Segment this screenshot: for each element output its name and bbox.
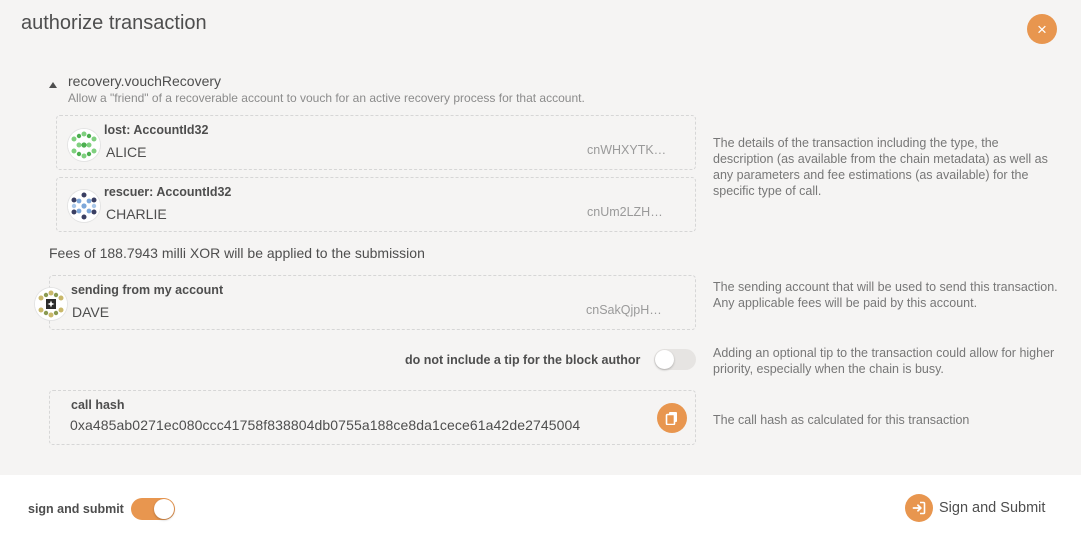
call-hash-label: call hash [71,398,125,412]
sender-label: sending from my account [71,283,224,297]
close-icon: × [1037,19,1047,39]
sender-value: DAVE [72,304,110,320]
sign-in-icon [905,494,933,522]
fees-text: Fees of 188.7943 milli XOR will be appli… [49,245,425,261]
sender-help-text: The sending account that will be used to… [713,280,1058,310]
tip-toggle-label: do not include a tip for the block autho… [405,353,641,367]
tip-toggle[interactable] [654,349,696,370]
sender-account-field[interactable]: sending from my account DAVE cnSakQjpH… [35,275,696,330]
modal-footer: sign and submit Sign and Submit [0,475,1081,540]
sign-submit-toggle-label: sign and submit [28,502,124,516]
sign-and-submit-label: Sign and Submit [939,500,1046,516]
identicon [35,288,67,320]
param-label: rescuer: AccountId32 [104,185,232,199]
tip-help-text: Adding an optional tip to the transactio… [713,346,1055,376]
modal-header: authorize transaction × [0,0,1081,60]
param-value: ALICE [106,144,147,160]
sign-submit-toggle[interactable] [131,498,175,520]
copy-button[interactable] [657,403,687,433]
param-label: lost: AccountId32 [104,123,209,137]
toggle-knob [655,350,674,369]
param-address: cnWHXYTK… [587,143,667,157]
call-help-text: The details of the transaction including… [713,136,1048,198]
sender-address: cnSakQjpH… [586,303,662,317]
modal-title: authorize transaction [21,12,207,34]
call-description: Allow a "friend" of a recoverable accoun… [68,91,585,105]
close-button[interactable]: × [1027,14,1057,44]
sign-and-submit-button[interactable]: Sign and Submit [905,494,1045,522]
param-rescuer: rescuer: AccountId32 CHARLIE cnUm2LZH… [56,177,696,232]
call-hash-value: 0xa485ab0271ec080ccc41758f838804db0755a1… [70,417,581,433]
param-value: CHARLIE [106,206,167,222]
toggle-knob [154,499,174,519]
param-lost: lost: AccountId32 ALICE cnWHXYTK… [56,115,696,170]
copy-icon [665,412,677,425]
identicon [68,129,100,161]
collapse-caret-icon[interactable] [49,82,57,88]
param-address: cnUm2LZH… [587,205,663,219]
identicon [68,190,100,222]
call-name: recovery.vouchRecovery [68,73,222,89]
call-hash-help-text: The call hash as calculated for this tra… [713,413,970,427]
